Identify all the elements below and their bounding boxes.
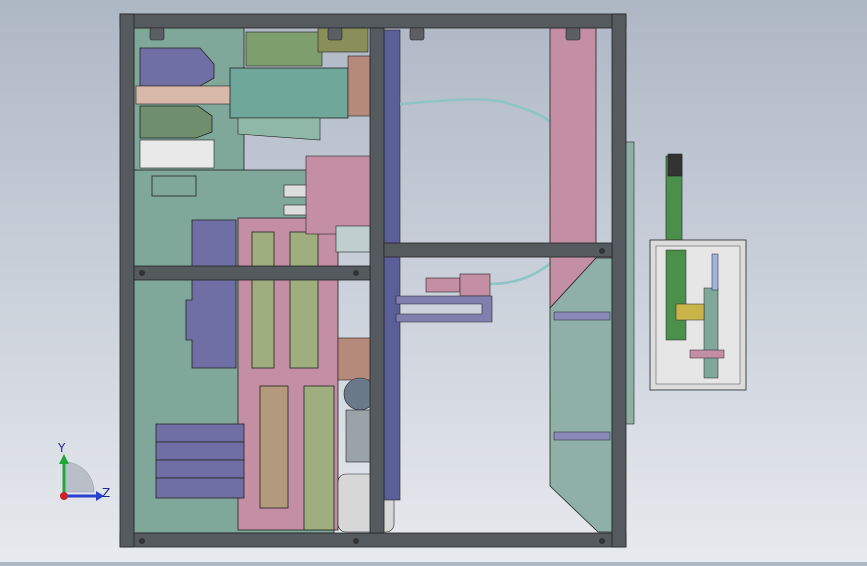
- purple-valve-block: [185, 219, 237, 369]
- air-hose-upper: [399, 98, 553, 125]
- stacked-blocks: [155, 423, 245, 499]
- pink-manifold-plate: [237, 217, 339, 531]
- origin-marker: [60, 492, 68, 500]
- y-axis-label: Y: [58, 441, 66, 455]
- coordinate-triad: [59, 454, 104, 501]
- center-rail: [383, 29, 401, 501]
- z-axis-label: Z: [102, 486, 111, 500]
- external-slide-module: [649, 153, 747, 391]
- pneumatic-cylinder: [395, 273, 493, 323]
- machine-frame-model: [59, 13, 747, 548]
- air-hose-lower: [489, 261, 553, 286]
- right-pink-panel: [549, 27, 613, 533]
- cad-viewport[interactable]: Y Z: [0, 0, 867, 562]
